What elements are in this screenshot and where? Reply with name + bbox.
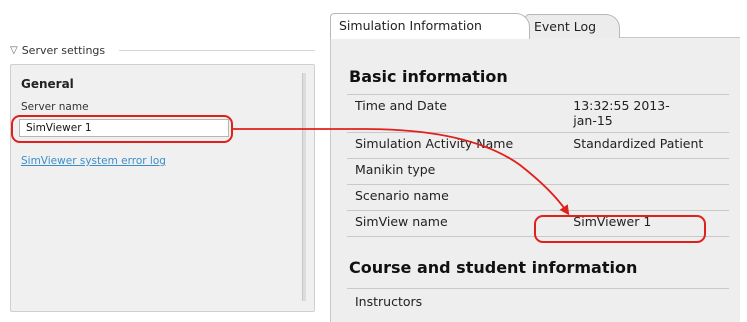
scenario-name-label: Scenario name: [347, 184, 566, 211]
table-row: SimView name SimViewer 1: [347, 210, 729, 237]
course-and-student-information-heading: Course and student information: [349, 258, 638, 277]
simview-name-value: SimViewer 1: [565, 210, 729, 237]
simulation-activity-name-value: Standardized Patient: [565, 132, 729, 159]
table-row: Manikin type: [347, 158, 729, 185]
time-and-date-label: Time and Date: [347, 94, 566, 133]
instructors-row: Instructors: [347, 288, 729, 314]
table-row: Simulation Activity Name Standardized Pa…: [347, 132, 729, 159]
simview-name-label: SimView name: [347, 210, 566, 237]
instructors-label: Instructors: [355, 294, 423, 309]
server-settings-header[interactable]: ▽ Server settings: [10, 42, 315, 58]
system-error-log-link[interactable]: SimViewer system error log: [21, 155, 166, 167]
simulation-activity-name-label: Simulation Activity Name: [347, 132, 566, 159]
basic-information-heading: Basic information: [349, 67, 508, 86]
simulation-information-panel: Basic information Time and Date 13:32:55…: [330, 37, 740, 322]
scenario-name-value: [565, 184, 729, 211]
server-settings-label: Server settings: [21, 43, 106, 57]
time-and-date-text: 13:32:55 2013- jan-15: [573, 98, 670, 128]
basic-information-table: Time and Date 13:32:55 2013- jan-15 Simu…: [347, 94, 729, 237]
table-row: Scenario name: [347, 184, 729, 211]
general-group-title: General: [21, 77, 74, 91]
manikin-type-label: Manikin type: [347, 158, 566, 185]
settings-panel: General Server name SimViewer system err…: [10, 64, 315, 312]
scrollbar[interactable]: [302, 73, 306, 301]
time-and-date-value: 13:32:55 2013- jan-15: [565, 94, 729, 133]
tab-bar: Simulation Information Event Log: [330, 10, 740, 39]
manikin-type-value: [565, 158, 729, 185]
server-name-input[interactable]: [19, 119, 229, 137]
table-row: Time and Date 13:32:55 2013- jan-15: [347, 94, 729, 133]
tab-event-log[interactable]: Event Log: [525, 14, 620, 38]
collapse-triangle-icon[interactable]: ▽: [10, 45, 18, 56]
tab-simulation-information[interactable]: Simulation Information: [330, 13, 530, 39]
section-divider: [119, 49, 315, 51]
server-name-label: Server name: [21, 101, 89, 113]
